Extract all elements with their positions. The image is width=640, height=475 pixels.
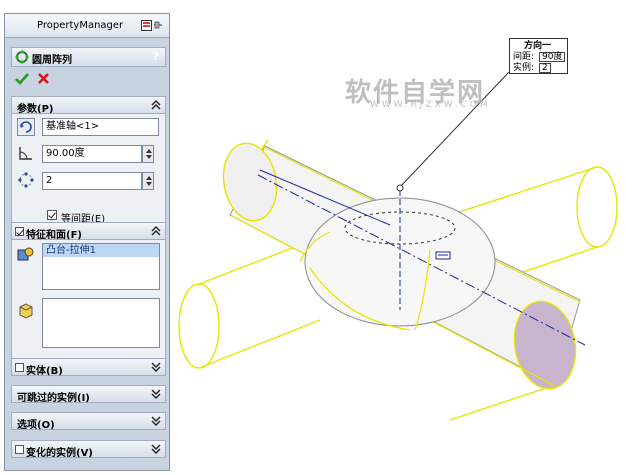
expand-down-icon[interactable]: [151, 444, 161, 454]
panel-title-bar: PropertyManager: [5, 14, 169, 38]
section-header-skip-instances[interactable]: 可跳过的实例(I): [11, 385, 166, 404]
section-title: 实体(B): [26, 366, 63, 377]
cancel-x-icon[interactable]: [37, 72, 50, 85]
instance-count-spinner[interactable]: [142, 172, 154, 190]
collapse-up-icon[interactable]: [151, 226, 161, 236]
section-header-bodies[interactable]: 实体(B): [11, 358, 166, 377]
section-title: 选项(O): [17, 420, 55, 431]
rotation-axis-icon: [17, 118, 35, 136]
expand-down-icon[interactable]: [151, 389, 161, 399]
axis-input[interactable]: 基准轴<1>: [42, 118, 159, 136]
feature-name: 圆周阵列: [32, 55, 72, 66]
feature-select-icon: [17, 247, 34, 261]
face-select-icon: [19, 303, 33, 319]
bodies-checkbox[interactable]: [15, 363, 24, 372]
section-header-features[interactable]: 特征和面(F): [11, 222, 166, 241]
varying-instances-checkbox[interactable]: [15, 445, 24, 454]
section-title: 变化的实例(V): [26, 448, 93, 459]
callout-spacing-label: 间距:: [513, 52, 535, 62]
pattern-callout[interactable]: 方向一 间距: 90度 实例: 2: [509, 38, 568, 74]
callout-instances-value[interactable]: 2: [539, 63, 551, 73]
callout-title: 方向一: [524, 41, 552, 51]
expand-down-icon[interactable]: [151, 416, 161, 426]
circular-pattern-icon: [15, 50, 29, 64]
features-list[interactable]: 凸台-拉伸1: [42, 243, 160, 290]
section-header-parameters[interactable]: 参数(P): [11, 96, 166, 115]
callout-instances-label: 实例:: [513, 63, 535, 73]
angle-spinner[interactable]: [142, 145, 154, 163]
pin-icon[interactable]: [141, 20, 163, 31]
section-title: 特征和面(F): [26, 230, 82, 241]
callout-anchor: [396, 184, 404, 192]
equal-spacing-checkbox[interactable]: [47, 210, 57, 220]
help-icon[interactable]: ?: [153, 50, 159, 63]
callout-spacing-value[interactable]: 90度: [539, 52, 566, 62]
faces-list[interactable]: [42, 298, 160, 348]
angle-icon: [19, 147, 32, 160]
property-manager-panel: PropertyManager 圆周阵列 ? 参数(P) 基准轴<1> 90.0…: [4, 13, 170, 471]
direction-marker[interactable]: [435, 251, 451, 260]
expand-down-icon[interactable]: [151, 362, 161, 372]
section-header-varying-instances[interactable]: 变化的实例(V): [11, 440, 166, 459]
section-header-options[interactable]: 选项(O): [11, 412, 166, 431]
feature-header: 圆周阵列 ?: [11, 47, 166, 67]
section-title: 可跳过的实例(I): [17, 393, 90, 404]
collapse-up-icon[interactable]: [151, 100, 161, 110]
section-title: 参数(P): [17, 104, 54, 115]
features-checkbox[interactable]: [15, 227, 24, 236]
angle-input[interactable]: 90.00度: [42, 145, 142, 163]
instance-count-input[interactable]: 2: [42, 172, 142, 190]
list-item[interactable]: 凸台-拉伸1: [43, 244, 159, 257]
panel-title: PropertyManager: [37, 20, 124, 31]
instance-count-icon: [18, 172, 34, 188]
ok-check-icon[interactable]: [15, 72, 29, 86]
watermark-url: WWW.RJZXW.COM: [370, 100, 491, 110]
